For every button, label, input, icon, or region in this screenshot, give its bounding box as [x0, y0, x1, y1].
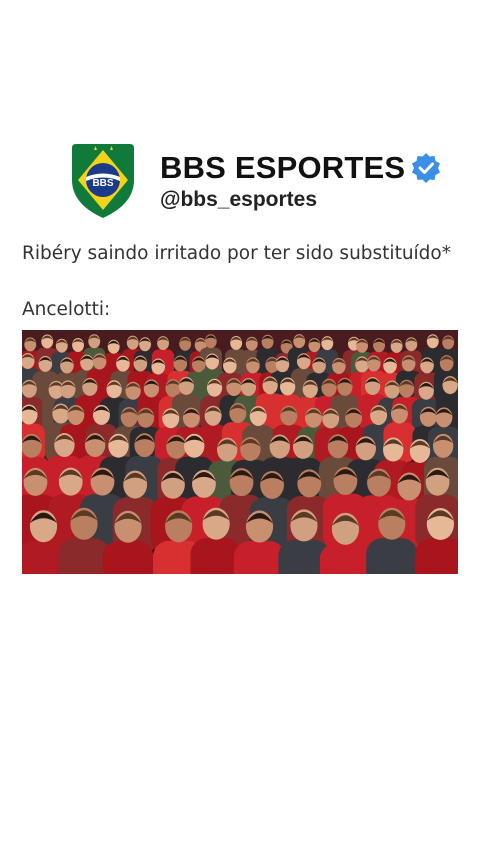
logo-text: BBS: [92, 178, 113, 189]
post-media[interactable]: [22, 330, 458, 574]
account-handle[interactable]: @bbs_esportes: [160, 188, 317, 212]
crowd-person-body: [102, 541, 154, 574]
bbs-logo-icon[interactable]: BBS: [70, 140, 136, 220]
crowd-person-body: [233, 540, 286, 574]
stadium-crowd-image: [22, 330, 458, 574]
crowd-person-body: [414, 538, 458, 574]
post-header: BBS BBS ESPORTES @bbs_esportes: [70, 140, 450, 224]
post-subtext: Ancelotti:: [22, 299, 111, 320]
account-name[interactable]: BBS ESPORTES: [160, 150, 405, 186]
crowd-person-body: [58, 538, 110, 574]
crowd-person-body: [319, 543, 372, 574]
account-name-row: BBS ESPORTES: [160, 150, 441, 186]
verified-badge-icon: [412, 153, 441, 183]
crowd-person-body: [366, 538, 418, 574]
post-text: Ribéry saindo irritado por ter sido subs…: [22, 243, 451, 264]
